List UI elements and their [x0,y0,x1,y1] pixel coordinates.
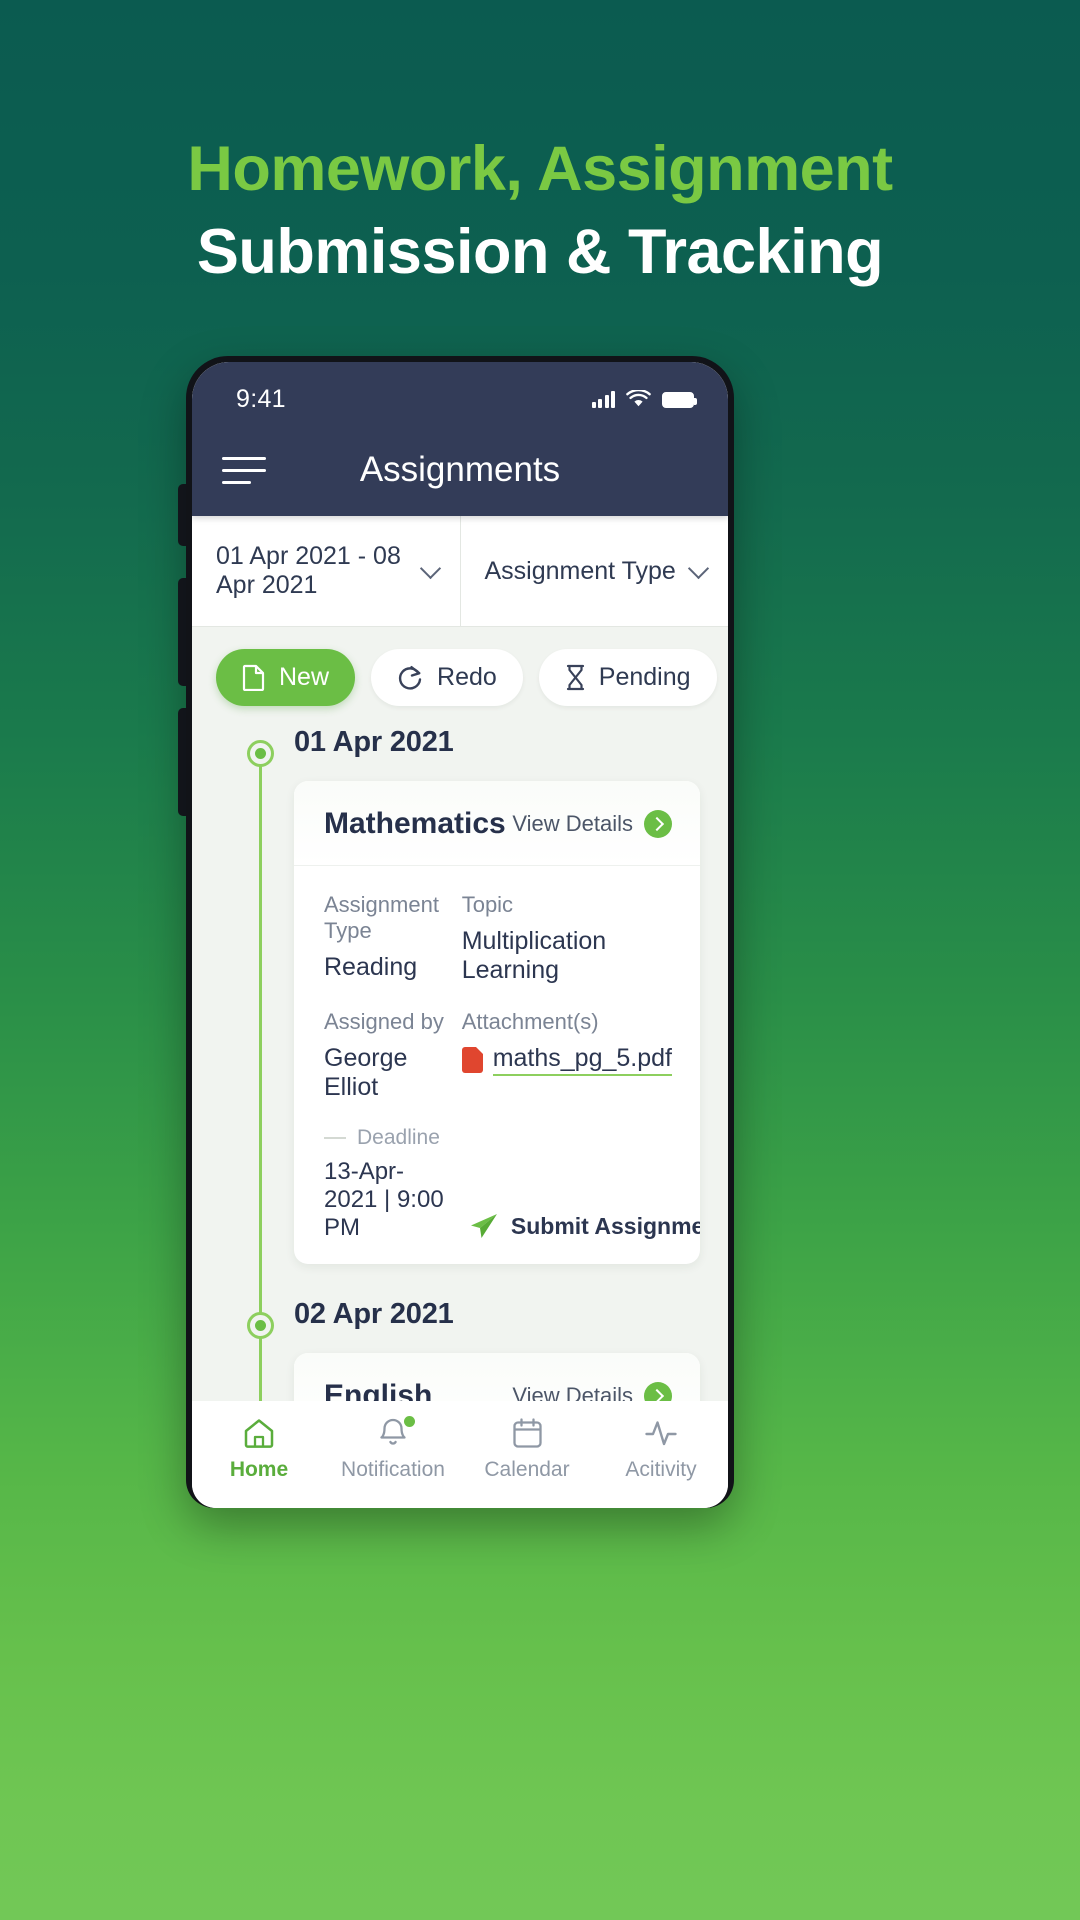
date-range-filter-label: 01 Apr 2021 - 08 Apr 2021 [216,542,401,599]
nav-item-activity[interactable]: Acitivity [594,1417,728,1482]
promo-heading-line1: Homework, Assignment [187,134,893,204]
assignment-details-grid: Assignment Type Reading Topic Multiplica… [294,866,700,1122]
assigned-by-value: George Elliot [324,1044,408,1101]
deadline-value: 13-Apr-2021 | 9:00 PM [324,1158,444,1241]
assignment-card[interactable]: English View Details Assignment Type Rea… [294,1353,700,1401]
chip-pending[interactable]: Pending [538,649,717,706]
deadline-label: Deadline [357,1126,440,1149]
nav-item-home[interactable]: Home [192,1417,326,1482]
view-details-label: View Details [512,811,633,836]
view-details-label: View Details [512,1383,633,1401]
nav-item-notification[interactable]: Notification [326,1416,460,1482]
chevron-down-icon [419,557,441,579]
nav-item-activity-label: Acitivity [625,1458,697,1481]
assignment-type-field: Assignment Type Reading [324,892,452,985]
submit-assignment-button[interactable]: Submit Assignment [469,1212,700,1242]
assignment-card-header: Mathematics View Details [294,781,700,866]
nav-item-notification-label: Notification [341,1458,445,1481]
redo-icon [398,666,422,690]
file-icon [242,664,265,691]
activity-pulse-icon [645,1421,677,1446]
group-date: 02 Apr 2021 [294,1298,454,1330]
nav-item-home-label: Home [229,1458,289,1481]
notification-badge-dot [404,1416,415,1427]
assignment-group: 02 Apr 2021 English View Details [192,1298,728,1401]
assignment-type-filter[interactable]: Assignment Type [459,516,729,626]
promo-heading-line2: Submission & Tracking [196,217,884,288]
attachments-field: Attachment(s) maths_pg_5.pdf [461,1009,672,1102]
assignment-card[interactable]: Mathematics View Details Assignment Type… [294,781,700,1264]
timeline-dot-icon [247,1312,274,1339]
filter-bar: 01 Apr 2021 - 08 Apr 2021 Assignment Typ… [192,516,728,627]
group-date: 01 Apr 2021 [294,726,454,758]
wifi-icon [626,390,651,407]
divider-dash [324,1137,346,1139]
assignment-groups: 01 Apr 2021 Mathematics View Details Ass… [192,726,728,1401]
deadline-divider: Deadline [324,1126,451,1150]
assigned-by-field: Assigned by George Elliot [324,1009,452,1102]
assignment-type-label: Assignment Type [324,892,439,943]
topic-field: Topic Multiplication Learning [462,892,672,985]
chip-new-label: New [279,663,330,691]
status-bar: 9:41 [192,362,728,424]
chevron-right-circle-icon [644,1382,672,1401]
assignment-card-header: English View Details [294,1353,700,1401]
phone-body: 9:41 Assignments 01 Apr 2021 - 08 Apr 20… [186,356,734,1508]
app-top-bar: 9:41 Assignments [192,362,728,516]
status-filter-chips: New Redo Pending [192,627,728,726]
status-bar-clock: 9:41 [236,384,286,413]
attachment-link[interactable]: maths_pg_5.pdf [461,1044,672,1076]
assignments-list[interactable]: 01 Apr 2021 Mathematics View Details Ass… [192,726,728,1401]
view-details-button[interactable]: View Details [512,810,672,838]
chip-pending-label: Pending [598,663,691,691]
calendar-icon [512,1418,542,1448]
page-title: Assignments [359,450,561,489]
assignment-type-value: Reading [324,953,418,981]
chevron-down-icon [687,557,710,579]
hourglass-icon [566,664,584,691]
bottom-navigation: Home Notification Calendar Acitivity [192,1401,728,1508]
chevron-right-circle-icon [644,810,672,838]
phone-screen: 9:41 Assignments 01 Apr 2021 - 08 Apr 20… [192,362,728,1508]
app-bar: Assignments [192,424,728,516]
attachment-filename: maths_pg_5.pdf [492,1044,672,1076]
home-icon [244,1419,274,1448]
date-range-filter[interactable]: 01 Apr 2021 - 08 Apr 2021 [192,516,460,626]
assignment-type-filter-label: Assignment Type [484,556,676,585]
chip-redo[interactable]: Redo [371,649,523,706]
nav-item-calendar[interactable]: Calendar [460,1417,594,1482]
promo-heading: Homework, Assignment Submission & Tracki… [0,132,1080,290]
phone-mockup: 9:41 Assignments 01 Apr 2021 - 08 Apr 20… [178,356,734,1508]
hamburger-menu-icon[interactable] [222,456,266,484]
status-bar-icons [591,390,697,408]
nav-item-calendar-label: Calendar [484,1458,570,1481]
assignment-group: 01 Apr 2021 Mathematics View Details Ass… [192,726,728,1264]
cellular-signal-icon [591,391,615,408]
pdf-file-icon [461,1047,483,1073]
deadline-block: Deadline 13-Apr-2021 | 9:00 PM [324,1126,451,1242]
assignment-subject: Mathematics [324,807,506,840]
attachments-label: Attachment(s) [461,1009,599,1034]
assignment-subject: English [324,1379,433,1401]
assigned-by-label: Assigned by [324,1009,444,1034]
assignment-card-footer: Deadline 13-Apr-2021 | 9:00 PM Submit As… [294,1122,700,1264]
chip-redo-label: Redo [437,663,497,691]
battery-full-icon [662,392,697,408]
send-icon [470,1214,497,1238]
topic-value: Multiplication Learning [461,927,607,984]
submit-assignment-label: Submit Assignment [510,1212,700,1239]
topic-label: Topic [461,892,514,917]
chip-new[interactable]: New [216,649,356,706]
timeline-dot-icon [247,740,274,767]
view-details-button[interactable]: View Details [512,1382,672,1401]
